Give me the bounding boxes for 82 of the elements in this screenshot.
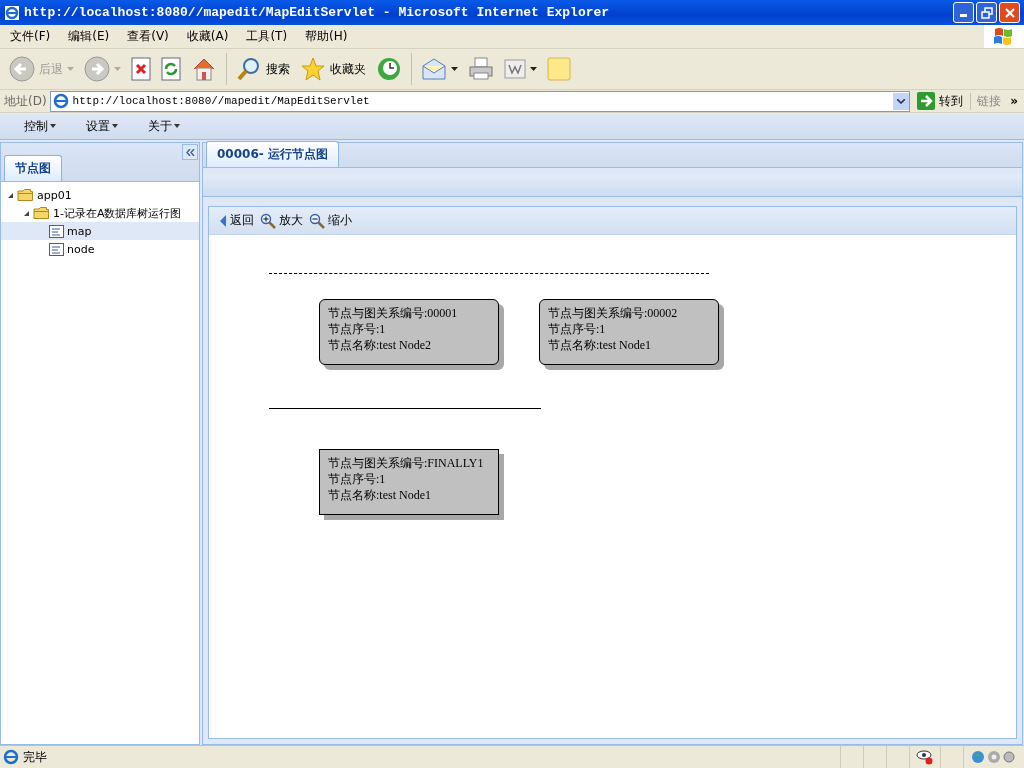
- node-text: 节点与图关系编号:00002: [548, 305, 679, 321]
- refresh-button[interactable]: [158, 55, 184, 83]
- stop-icon: [131, 57, 151, 81]
- node-text: 节点序号:1: [328, 321, 387, 337]
- clock-icon: [376, 56, 402, 82]
- browser-icon: [4, 4, 20, 21]
- menu-item[interactable]: 工具(T): [239, 28, 295, 45]
- folder-icon: [17, 188, 34, 202]
- envelope-icon: [421, 57, 447, 81]
- star-icon: [300, 56, 326, 82]
- tree-label: map: [67, 224, 92, 238]
- favorites-button[interactable]: 收藏夹: [297, 54, 369, 84]
- chevron-button[interactable]: »: [1010, 94, 1024, 108]
- address-field[interactable]: http://localhost:8080//mapedit/MapEditServlet: [49, 90, 911, 112]
- expanded-icon[interactable]: [7, 191, 14, 199]
- zoom-in-icon: [260, 212, 276, 229]
- zoom-out-icon: [309, 212, 325, 229]
- zoom-out-button[interactable]: 缩小: [307, 212, 354, 229]
- search-button[interactable]: 搜索: [233, 54, 293, 84]
- content-tab[interactable]: 00006- 运行节点图: [206, 141, 339, 167]
- page-icon: [52, 93, 69, 109]
- menu-item[interactable]: 文件(F): [3, 28, 58, 45]
- node-text: 节点名称:test Node1: [328, 487, 432, 503]
- caret-icon: [67, 67, 74, 71]
- restore-icon: [980, 6, 993, 19]
- node-text: 节点与图关系编号:FINALLY1: [328, 455, 485, 471]
- list-icon: [49, 242, 64, 256]
- back-button[interactable]: 返回: [217, 212, 256, 229]
- node-text: 节点序号:1: [548, 321, 607, 337]
- collapse-icon[interactable]: [182, 144, 198, 160]
- eye-icon: [916, 749, 934, 765]
- menu-button[interactable]: 控制: [16, 115, 64, 137]
- tree-item[interactable]: node: [1, 240, 199, 258]
- status-text: 完毕: [23, 748, 47, 766]
- node-text: 节点名称:test Node2: [328, 337, 432, 353]
- menu-button[interactable]: 设置: [78, 115, 126, 137]
- minimize-icon: [960, 14, 967, 17]
- zoom-in-button[interactable]: 放大: [258, 212, 305, 229]
- tree-label: 1-记录在A数据库树运行图: [53, 205, 182, 221]
- caret-icon: [112, 124, 118, 128]
- address-label: 地址(D): [4, 92, 47, 110]
- tree-label: app01: [37, 188, 72, 202]
- search-icon: [236, 56, 262, 82]
- tree-item[interactable]: map: [1, 222, 199, 240]
- printer-icon: [468, 57, 494, 81]
- caret-icon: [114, 67, 121, 71]
- expanded-icon[interactable]: [23, 209, 30, 217]
- stop-button[interactable]: [128, 55, 154, 83]
- close-icon: [1003, 6, 1016, 19]
- node-text: 节点与图关系编号:00001: [328, 305, 459, 321]
- word-button[interactable]: [501, 57, 540, 81]
- close-button[interactable]: [999, 2, 1020, 23]
- go-button[interactable]: 转到: [913, 92, 968, 110]
- caret-icon: [50, 124, 56, 128]
- menu-button[interactable]: 关于: [140, 115, 188, 137]
- list-icon: [49, 224, 64, 238]
- tree-item[interactable]: 1-记录在A数据库树运行图: [1, 204, 199, 222]
- sidebar-tab[interactable]: 节点图: [4, 155, 62, 181]
- caret-icon: [451, 67, 458, 71]
- left-triangle-icon: [219, 214, 227, 227]
- minimize-button[interactable]: [953, 2, 974, 23]
- document-icon: [504, 59, 526, 79]
- node-text: 节点名称:test Node1: [548, 337, 652, 353]
- house-icon: [191, 57, 217, 81]
- tree-label: node: [67, 242, 95, 256]
- menu-item[interactable]: 查看(V): [120, 28, 176, 45]
- caret-icon: [530, 67, 537, 71]
- menu-item[interactable]: 收藏(A): [179, 28, 236, 45]
- menu-item[interactable]: 帮助(H): [298, 28, 355, 45]
- zone-icons-drawing: [971, 749, 1017, 765]
- window-title: http://localhost:8080//mapedit/MapEditServlet - Microsoft Internet Explorer: [24, 5, 611, 20]
- caret-icon: [174, 124, 180, 128]
- restore-button[interactable]: [976, 2, 997, 23]
- refresh-icon: [161, 57, 181, 81]
- tree-item[interactable]: app01: [1, 186, 199, 204]
- note-icon: [547, 57, 571, 81]
- dropdown-icon[interactable]: [893, 92, 910, 110]
- right-arrow-icon: [917, 92, 936, 110]
- folder-icon: [33, 206, 50, 220]
- node-text: 节点序号:1: [328, 471, 387, 487]
- menu-item[interactable]: 编辑(E): [61, 28, 117, 45]
- page-icon: [3, 749, 19, 765]
